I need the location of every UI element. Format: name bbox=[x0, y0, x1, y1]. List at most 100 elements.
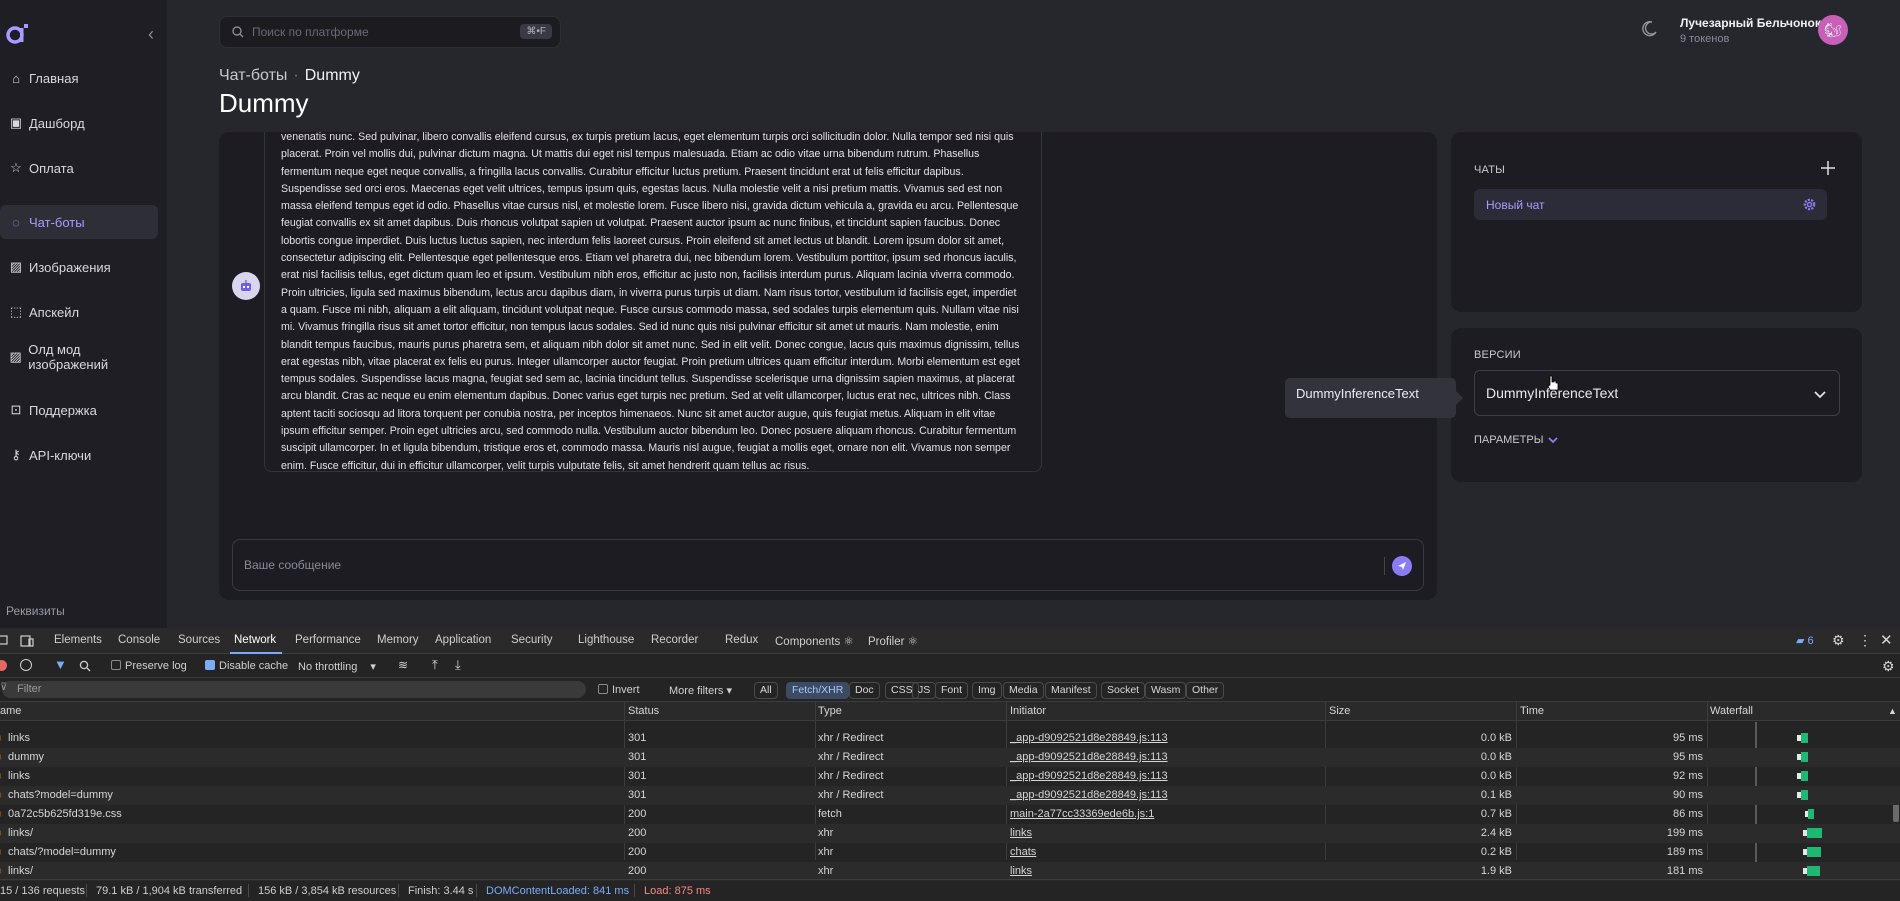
table-row[interactable]: ◐ chats?model=dummy 301 xhr / Redirect _app-… bbox=[0, 786, 1900, 805]
devtools-tab-7[interactable]: Security bbox=[511, 634, 553, 646]
logo-icon[interactable] bbox=[4, 20, 30, 46]
sidebar: ‹ ⌂ Главная ▣ Дашборд ☆ Оплата ◌ Чат-боты ▨ Изобр… bbox=[0, 0, 167, 628]
disable-cache-checkbox[interactable]: Disable cache bbox=[205, 660, 288, 672]
sidebar-item-0[interactable]: ⌂ Главная bbox=[0, 61, 158, 95]
filter-funnel-icon[interactable]: ▼ bbox=[54, 657, 67, 672]
table-row[interactable]: ◐ links 301 xhr / Redirect _app-d9092521d8e2… bbox=[0, 767, 1900, 786]
preserve-log-checkbox[interactable]: Preserve log bbox=[111, 660, 187, 672]
cell-name: links bbox=[8, 770, 31, 782]
type-filter-10[interactable]: Wasm bbox=[1145, 682, 1187, 699]
cell-initiator[interactable]: _app-d9092521d8e28849.js:113 bbox=[1010, 732, 1168, 744]
issues-badge[interactable]: ▰ 6 bbox=[1796, 634, 1814, 647]
column-name[interactable]: ame bbox=[0, 705, 21, 717]
type-filter-9[interactable]: Socket bbox=[1101, 682, 1146, 699]
cell-initiator[interactable]: _app-d9092521d8e28849.js:113 bbox=[1010, 789, 1168, 801]
type-filter-0[interactable]: All bbox=[754, 682, 778, 699]
gear-icon[interactable] bbox=[1802, 197, 1817, 212]
more-filters-dropdown[interactable]: More filters ▾ bbox=[669, 684, 732, 697]
send-button[interactable] bbox=[1392, 556, 1412, 576]
moon-icon[interactable] bbox=[1640, 20, 1658, 38]
settings-gear-icon[interactable]: ⚙ bbox=[1832, 632, 1845, 649]
sidebar-item-2[interactable]: ☆ Оплата bbox=[0, 151, 158, 185]
sidebar-item-6[interactable]: ▨ Олд мод изображений bbox=[0, 340, 158, 374]
breadcrumb-parent[interactable]: Чат-боты bbox=[219, 67, 287, 84]
table-row[interactable]: ◐ links 301 xhr / Redirect _app-d9092521d8e2… bbox=[0, 729, 1900, 748]
cell-initiator[interactable]: chats bbox=[1010, 846, 1036, 858]
chats-label: ЧАТЫ bbox=[1474, 164, 1506, 176]
export-har-icon[interactable]: ⤓ bbox=[455, 657, 461, 673]
devtools-tab-11[interactable]: Components ⚛ bbox=[775, 634, 854, 648]
cell-initiator[interactable]: _app-d9092521d8e28849.js:113 bbox=[1010, 751, 1168, 763]
devtools-tab-5[interactable]: Memory bbox=[377, 634, 419, 646]
column-time[interactable]: Time bbox=[1520, 705, 1544, 717]
close-devtools-icon[interactable]: ✕ bbox=[1880, 631, 1893, 649]
filter-input[interactable]: Filter bbox=[2, 681, 586, 698]
column-initiator[interactable]: Initiator bbox=[1010, 705, 1046, 717]
sidebar-item-5[interactable]: ⬚ Апскейл bbox=[0, 295, 158, 329]
type-filter-5[interactable]: Font bbox=[935, 682, 969, 699]
cell-type: xhr / Redirect bbox=[818, 751, 884, 763]
table-row[interactable]: ◐ links/200 xhr links 2.4 kB 199 ms bbox=[0, 824, 1900, 843]
type-filter-7[interactable]: Media bbox=[1003, 682, 1044, 699]
version-select[interactable]: DummyInferenceText bbox=[1474, 370, 1840, 416]
clear-icon[interactable] bbox=[20, 659, 32, 671]
inspect-icon[interactable] bbox=[0, 635, 10, 647]
message-input[interactable]: Ваше сообщение bbox=[232, 539, 1424, 591]
user-name[interactable]: Лучезарный Бельчонок bbox=[1680, 16, 1821, 30]
sidebar-item-8[interactable]: ⚷ API-ключи bbox=[0, 438, 158, 472]
table-row[interactable]: ◐ 0a72c5b625fd319e.css 200 fetch main-2a77cc… bbox=[0, 805, 1900, 824]
cell-initiator[interactable]: main-2a77cc33369ede6b.js:1 bbox=[1010, 808, 1154, 820]
search-shortcut: ⌘•F bbox=[520, 24, 552, 39]
sidebar-item-1[interactable]: ▣ Дашборд bbox=[0, 106, 158, 140]
devtools-tab-8[interactable]: Lighthouse bbox=[578, 634, 634, 646]
type-filter-6[interactable]: Img bbox=[972, 682, 1002, 699]
version-tooltip: DummyInferenceText bbox=[1285, 378, 1463, 418]
request-type-icon: ◐ bbox=[0, 827, 4, 839]
import-har-icon[interactable]: ⤒ bbox=[432, 657, 438, 673]
devtools-tab-0[interactable]: Elements bbox=[54, 634, 102, 646]
throttling-select[interactable]: No throttling ▾ bbox=[298, 660, 376, 673]
devtools-panel: Elements Console Sources Network Performance… bbox=[0, 628, 1900, 901]
requisites-link[interactable]: Реквизиты bbox=[6, 604, 65, 618]
status-finish: Finish: 3.44 s bbox=[408, 885, 474, 897]
invert-checkbox[interactable]: Invert bbox=[598, 684, 640, 696]
add-chat-icon[interactable] bbox=[1820, 160, 1836, 176]
cell-initiator[interactable]: links bbox=[1010, 865, 1032, 877]
network-conditions-icon[interactable]: ≋ bbox=[398, 658, 408, 672]
devtools-tab-4[interactable]: Performance bbox=[295, 634, 361, 646]
sidebar-item-4[interactable]: ▨ Изображения bbox=[0, 250, 158, 284]
type-filter-8[interactable]: Manifest bbox=[1045, 682, 1097, 699]
collapse-sidebar-icon[interactable]: ‹ bbox=[148, 25, 164, 43]
devtools-tab-2[interactable]: Sources bbox=[178, 634, 220, 646]
more-menu-icon[interactable]: ⋮ bbox=[1858, 632, 1872, 649]
type-filter-1[interactable]: Fetch/XHR bbox=[786, 682, 850, 699]
network-settings-icon[interactable]: ⚙ bbox=[1882, 658, 1895, 675]
chat-item[interactable]: Новый чат bbox=[1474, 189, 1827, 220]
column-size[interactable]: Size bbox=[1329, 705, 1350, 717]
sidebar-item-3[interactable]: ◌ Чат-боты bbox=[0, 205, 158, 239]
params-toggle[interactable]: ПАРАМЕТРЫ bbox=[1474, 434, 1559, 446]
devtools-tab-6[interactable]: Application bbox=[435, 634, 491, 646]
sidebar-item-label: Поддержка bbox=[29, 402, 97, 418]
type-filter-11[interactable]: Other bbox=[1186, 682, 1225, 699]
table-row[interactable]: ◐ chats/?model=dummy 200 xhr chats 0.2 kB 189 … bbox=[0, 843, 1900, 862]
avatar[interactable]: 🐿 bbox=[1818, 15, 1848, 45]
column-status[interactable]: Status bbox=[628, 705, 659, 717]
devtools-tab-1[interactable]: Console bbox=[118, 634, 160, 646]
search-icon[interactable] bbox=[79, 660, 91, 672]
column-type[interactable]: Type bbox=[818, 705, 842, 717]
search-input[interactable]: Поиск по платформе ⌘•F bbox=[219, 16, 561, 48]
devtools-tab-12[interactable]: Profiler ⚛ bbox=[868, 634, 918, 648]
sidebar-item-7[interactable]: ⊡ Поддержка bbox=[0, 393, 158, 427]
column-waterfall[interactable]: Waterfall bbox=[1710, 705, 1753, 717]
devtools-tab-3[interactable]: Network bbox=[234, 634, 276, 646]
device-toolbar-icon[interactable] bbox=[20, 635, 34, 647]
cell-initiator[interactable]: _app-d9092521d8e28849.js:113 bbox=[1010, 770, 1168, 782]
cell-initiator[interactable]: links bbox=[1010, 827, 1032, 839]
devtools-tab-10[interactable]: Redux bbox=[725, 634, 758, 646]
table-row[interactable]: ◐ dummy 301 xhr / Redirect _app-d9092521d8e2… bbox=[0, 748, 1900, 767]
devtools-tab-9[interactable]: Recorder bbox=[651, 634, 698, 646]
type-filter-4[interactable]: JS bbox=[912, 682, 937, 699]
type-filter-2[interactable]: Doc bbox=[849, 682, 880, 699]
record-icon[interactable] bbox=[0, 660, 7, 671]
